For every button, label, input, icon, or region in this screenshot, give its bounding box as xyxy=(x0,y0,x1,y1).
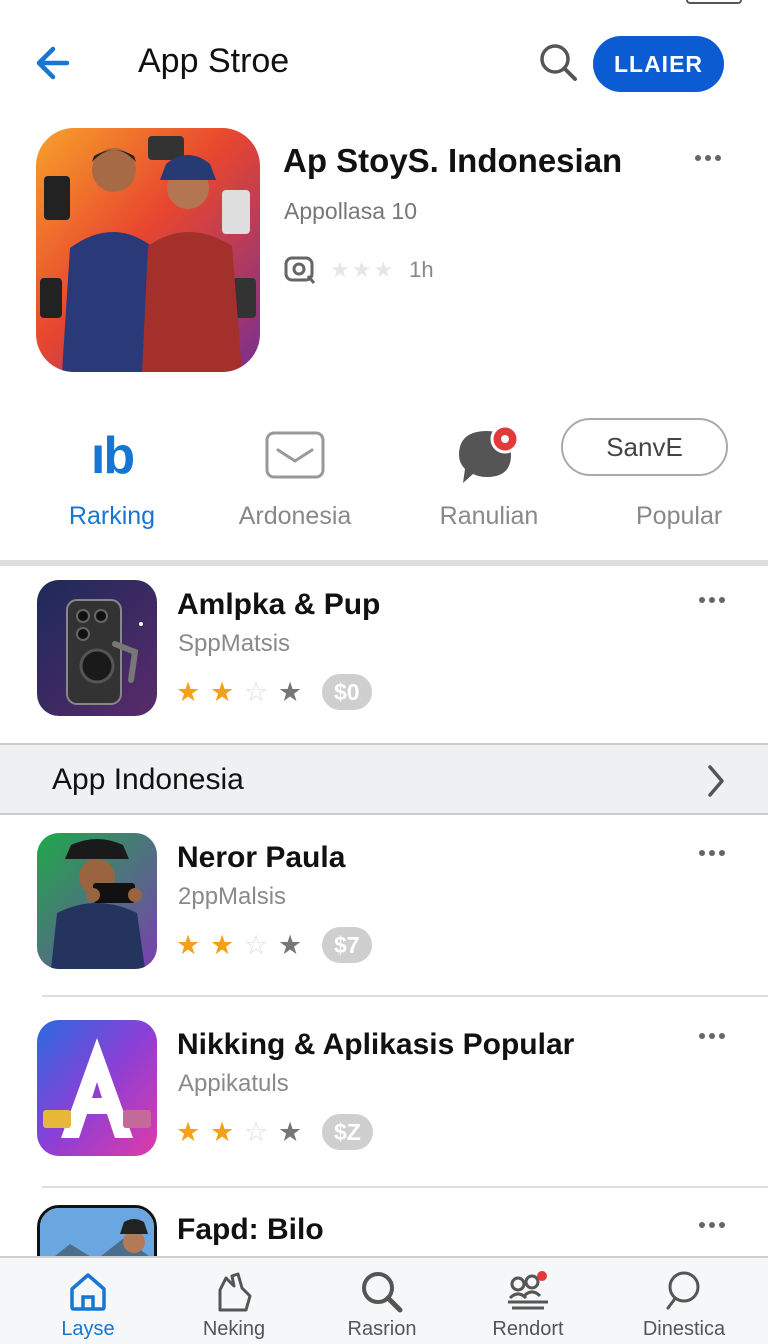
star-icon: ★ xyxy=(278,930,303,960)
app-icon xyxy=(37,833,157,969)
back-button[interactable] xyxy=(30,40,76,86)
star-icon: ★ xyxy=(176,930,201,960)
star-icon: ★ xyxy=(278,1117,303,1147)
app-developer: Appikatuls xyxy=(178,1070,289,1097)
home-icon xyxy=(28,1266,148,1316)
app-list-item[interactable]: Amlpka & Pup SppMatsis ★ ★ ☆ ★ $0 xyxy=(0,580,768,730)
app-more-button[interactable] xyxy=(692,590,732,610)
app-name: Neror Paula xyxy=(177,841,346,874)
nav-label: Rasrion xyxy=(347,1318,417,1340)
app-rating: ★ ★ ☆ ★ $Z xyxy=(176,1114,373,1150)
featured-rating-stars: ★★★ xyxy=(330,257,396,282)
app-rating: ★ ★ ☆ ★ $0 xyxy=(176,674,372,710)
search-icon xyxy=(540,44,577,81)
featured-app[interactable]: Ap StoyS. Indonesian Appollasa 10 ★★★ 1h xyxy=(0,128,768,378)
app-list-item[interactable]: Nikking & Aplikasis Popular Appikatuls ★… xyxy=(0,1020,768,1170)
search-icon xyxy=(624,1266,744,1316)
app-name: Fapd: Bilo xyxy=(177,1213,324,1246)
price-badge[interactable]: $7 xyxy=(322,927,372,963)
category-popular[interactable]: Popular xyxy=(636,502,722,531)
chevron-right-icon xyxy=(708,765,724,797)
price-badge[interactable]: $0 xyxy=(322,674,372,710)
star-icon: ★ xyxy=(278,677,303,707)
section-header[interactable]: App Indonesia xyxy=(0,743,768,815)
app-name: Nikking & Aplikasis Popular xyxy=(177,1028,575,1061)
nav-item-discover[interactable]: Dinestica xyxy=(624,1266,744,1341)
app-developer: 2ppMalsis xyxy=(178,883,287,910)
featured-more-button[interactable] xyxy=(688,148,728,168)
featured-app-subtitle: Appollasa 10 xyxy=(284,198,417,224)
nav-item-report[interactable]: Rendort xyxy=(468,1266,588,1341)
section-title: App Indonesia xyxy=(52,763,244,796)
people-icon xyxy=(468,1266,588,1316)
featured-app-meta: ★★★ 1h xyxy=(284,254,434,286)
nav-item-home[interactable]: Layse xyxy=(28,1266,148,1341)
star-icon: ★ xyxy=(176,677,201,707)
nav-item-neking[interactable]: Neking xyxy=(174,1266,294,1341)
app-more-button[interactable] xyxy=(692,1215,732,1235)
hand-icon xyxy=(174,1266,294,1316)
review-icon xyxy=(284,256,316,284)
app-icon xyxy=(37,1205,157,1256)
chat-bubble-icon xyxy=(434,416,544,496)
featured-rating-text: 1h xyxy=(409,257,434,282)
featured-app-title: Ap StoyS. Indonesian xyxy=(283,142,623,179)
star-icon: ★ xyxy=(210,930,235,960)
page-title: App Stroe xyxy=(138,42,290,80)
category-bar: ıb Rarking Ardonesia Ranulian SanvE Popu… xyxy=(0,416,768,546)
app-developer: SppMatsis xyxy=(178,630,291,657)
search-icon xyxy=(322,1266,442,1316)
category-ranking[interactable]: ıb Rarking xyxy=(60,416,164,531)
star-outline-icon: ☆ xyxy=(244,677,269,707)
app-rating: ★ ★ ☆ ★ $7 xyxy=(176,927,372,963)
save-button[interactable]: SanvE xyxy=(561,418,728,476)
app-icon xyxy=(37,580,157,716)
back-arrow-icon xyxy=(36,46,70,80)
divider xyxy=(42,1186,768,1188)
top-bar: App Stroe LLAIER xyxy=(0,20,768,106)
nav-label: Layse xyxy=(61,1318,115,1340)
category-indonesia-label: Ardonesia xyxy=(238,502,352,530)
price-badge[interactable]: $Z xyxy=(322,1114,373,1150)
star-icon: ★ xyxy=(176,1117,201,1147)
app-more-button[interactable] xyxy=(692,843,732,863)
featured-app-icon xyxy=(36,128,260,372)
star-icon: ★ xyxy=(210,1117,235,1147)
star-outline-icon: ☆ xyxy=(244,930,269,960)
app-icon xyxy=(37,1020,157,1156)
bottom-nav: Layse Neking Rasrion Rendort Dinestica xyxy=(0,1256,768,1344)
app-list-item[interactable]: Neror Paula 2ppMalsis ★ ★ ☆ ★ $7 xyxy=(0,833,768,983)
ranking-icon: ıb xyxy=(90,427,135,485)
nav-label: Neking xyxy=(202,1318,266,1340)
status-bar xyxy=(0,0,768,8)
app-more-button[interactable] xyxy=(692,1026,732,1046)
nav-label: Dinestica xyxy=(642,1318,726,1340)
star-outline-icon: ☆ xyxy=(244,1117,269,1147)
mail-icon xyxy=(228,416,362,496)
login-button[interactable]: LLAIER xyxy=(593,36,724,92)
category-indonesia[interactable]: Ardonesia xyxy=(228,416,362,531)
star-icon: ★ xyxy=(210,677,235,707)
category-ranulian-label: Ranulian xyxy=(439,502,539,530)
category-ranulian[interactable]: Ranulian xyxy=(434,416,544,531)
app-list-item[interactable]: Fapd: Bilo xyxy=(0,1205,768,1256)
nav-item-search[interactable]: Rasrion xyxy=(322,1266,442,1341)
app-name: Amlpka & Pup xyxy=(177,588,381,621)
search-button[interactable] xyxy=(536,40,580,84)
divider xyxy=(42,995,768,997)
divider xyxy=(0,560,768,566)
nav-label: Rendort xyxy=(492,1318,564,1340)
battery-icon xyxy=(686,0,742,4)
category-ranking-label: Rarking xyxy=(68,502,156,530)
